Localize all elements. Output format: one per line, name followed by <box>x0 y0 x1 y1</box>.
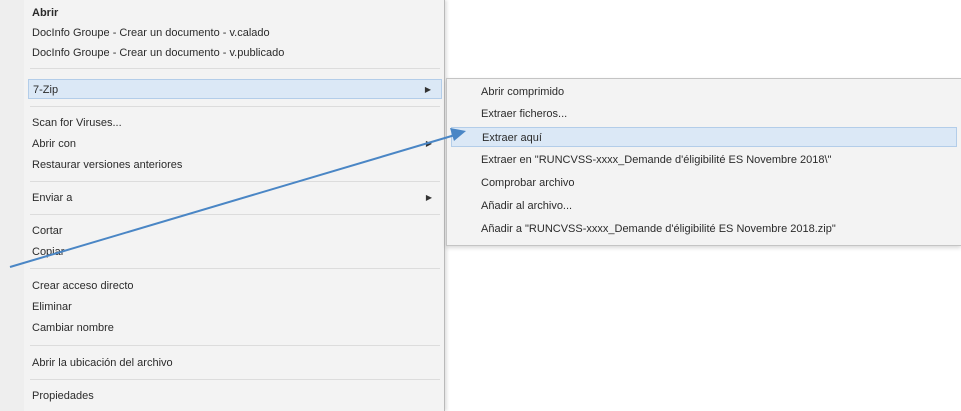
menu-item-abrir[interactable]: Abrir <box>28 3 442 23</box>
menu-item-cambiar-nombre[interactable]: Cambiar nombre <box>28 318 442 338</box>
menu-item-copiar[interactable]: Copiar <box>28 242 442 262</box>
menu-item-label: Abrir con <box>32 138 77 150</box>
submenu-item-extraer-aqui[interactable]: Extraer aquí <box>451 127 957 147</box>
menu-separator <box>30 214 440 215</box>
menu-item-label: 7-Zip <box>33 84 59 96</box>
submenu-item-extraer-en[interactable]: Extraer en "RUNCVSS-xxxx_Demande d'éligi… <box>451 150 957 170</box>
submenu-arrow-icon: ▶ <box>425 193 432 202</box>
menu-separator <box>30 345 440 346</box>
menu-item-scan-viruses[interactable]: Scan for Viruses... <box>28 113 442 133</box>
menu-separator <box>30 68 440 69</box>
submenu-item-comprobar-archivo[interactable]: Comprobar archivo <box>451 173 957 193</box>
submenu-arrow-icon: ▶ <box>425 139 432 148</box>
menu-item-restaurar-versiones[interactable]: Restaurar versiones anteriores <box>28 155 442 175</box>
menu-separator <box>30 106 440 107</box>
submenu-item-anadir-zip[interactable]: Añadir a "RUNCVSS-xxxx_Demande d'éligibi… <box>451 219 957 239</box>
menu-separator <box>30 379 440 380</box>
submenu-arrow-icon: ▶ <box>424 85 431 94</box>
menu-item-enviar-a[interactable]: Enviar a ▶ <box>28 188 442 208</box>
menu-separator <box>30 181 440 182</box>
menu-item-cortar[interactable]: Cortar <box>28 221 442 241</box>
menu-item-docinfo-publicado[interactable]: DocInfo Groupe - Crear un documento - v.… <box>28 43 442 63</box>
submenu-item-anadir-archivo[interactable]: Añadir al archivo... <box>451 196 957 216</box>
7zip-submenu: Abrir comprimido Extraer ficheros... Ext… <box>446 78 961 246</box>
menu-separator <box>30 268 440 269</box>
menu-item-propiedades[interactable]: Propiedades <box>28 386 442 406</box>
submenu-item-abrir-comprimido[interactable]: Abrir comprimido <box>451 82 957 102</box>
menu-item-7zip[interactable]: 7-Zip ▶ <box>28 79 442 99</box>
menu-item-abrir-ubicacion[interactable]: Abrir la ubicación del archivo <box>28 353 442 373</box>
menu-icon-gutter <box>0 0 24 411</box>
menu-item-eliminar[interactable]: Eliminar <box>28 297 442 317</box>
context-menu: Abrir DocInfo Groupe - Crear un document… <box>0 0 445 411</box>
menu-item-abrir-con[interactable]: Abrir con ▶ <box>28 134 442 154</box>
menu-item-label: Enviar a <box>32 192 73 204</box>
submenu-item-extraer-ficheros[interactable]: Extraer ficheros... <box>451 104 957 124</box>
menu-item-crear-acceso-directo[interactable]: Crear acceso directo <box>28 276 442 296</box>
menu-item-docinfo-calado[interactable]: DocInfo Groupe - Crear un documento - v.… <box>28 23 442 43</box>
